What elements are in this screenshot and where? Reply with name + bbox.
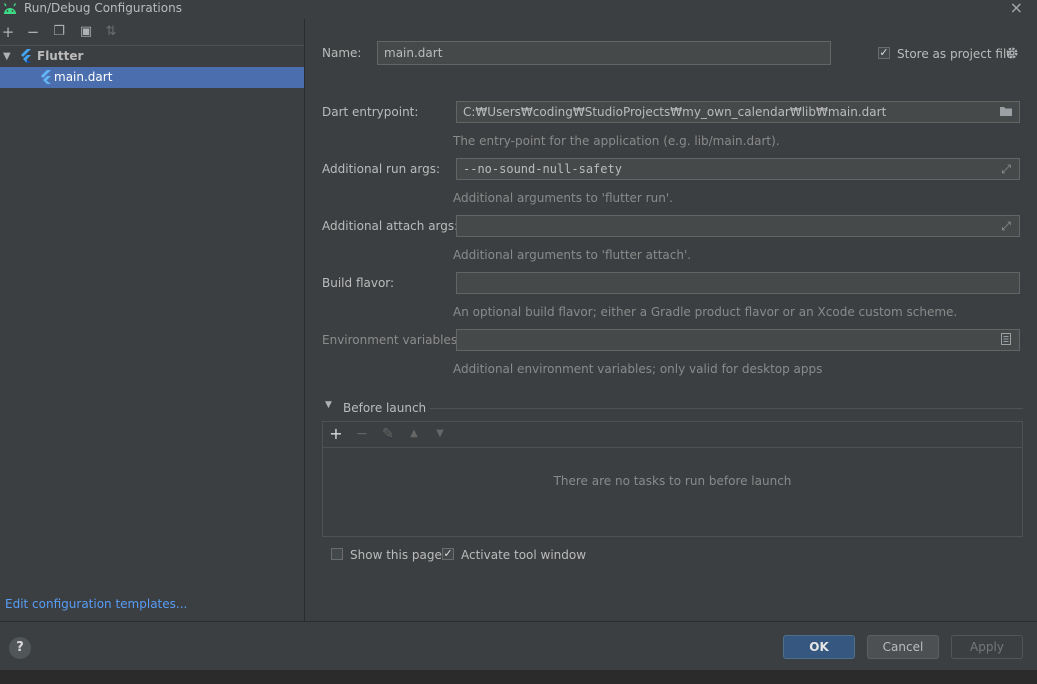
flavor-input[interactable] [456,272,1020,294]
chevron-down-icon[interactable]: ▼ [3,46,11,67]
tree-group-label: Flutter [37,49,84,63]
show-page-checkbox[interactable] [331,548,343,560]
flutter-config-icon [41,70,51,84]
section-divider [430,408,1023,409]
entrypoint-label: Dart entrypoint: [322,105,419,119]
move-down-icon[interactable]: ▼ [432,426,448,442]
before-launch-tasks: + − ✎ ▲ ▼ There are no tasks to run befo… [322,421,1023,537]
entrypoint-value: C:₩Users₩coding₩StudioProjects₩my_own_ca… [463,105,887,119]
config-tree: ▼ Flutter main.dart [0,46,304,88]
new-folder-icon[interactable]: ▣ [78,24,94,40]
help-button[interactable]: ? [9,637,31,659]
sort-icon[interactable]: ⇅ [103,24,119,40]
add-task-icon[interactable]: + [328,426,344,442]
ok-button[interactable]: OK [783,635,855,659]
expand-icon[interactable]: ⤢ [999,219,1013,233]
flavor-label: Build flavor: [322,276,395,290]
attach-args-input[interactable]: ⤢ [456,215,1020,237]
apply-button[interactable]: Apply [951,635,1023,659]
folder-icon[interactable] [999,105,1013,119]
store-project-checkbox[interactable]: ✓ [878,47,890,59]
attach-args-label: Additional attach args: [322,219,459,233]
configurations-sidebar: + − ❐ ▣ ⇅ ▼ Flutter main.dart Edit confi… [0,19,305,621]
tree-item-label: main.dart [54,70,113,84]
sidebar-toolbar: + − ❐ ▣ ⇅ [0,19,304,46]
store-project-label: Store as project file [897,47,1014,61]
document-icon[interactable] [999,333,1013,347]
android-studio-icon [3,3,17,14]
edit-templates-link[interactable]: Edit configuration templates... [5,597,187,611]
name-input[interactable]: main.dart [377,41,831,65]
remove-task-icon[interactable]: − [354,426,370,442]
tree-item-main-dart[interactable]: main.dart [0,67,304,88]
show-page-label: Show this page [350,548,442,562]
edit-task-icon[interactable]: ✎ [380,426,396,442]
run-args-input[interactable]: --no-sound-null-safety ⤢ [456,158,1020,180]
close-icon[interactable]: × [1010,0,1023,17]
move-up-icon[interactable]: ▲ [406,426,422,442]
entrypoint-input[interactable]: C:₩Users₩coding₩StudioProjects₩my_own_ca… [456,101,1020,123]
entrypoint-hint: The entry-point for the application (e.g… [453,134,780,148]
flavor-hint: An optional build flavor; either a Gradl… [453,305,958,319]
attach-args-hint: Additional arguments to 'flutter attach'… [453,248,692,262]
run-args-value: --no-sound-null-safety [463,162,622,176]
flutter-icon [21,49,31,63]
before-launch-title[interactable]: Before launch [343,401,426,415]
add-icon[interactable]: + [0,24,16,40]
cancel-button[interactable]: Cancel [867,635,939,659]
env-input[interactable] [456,329,1020,351]
expand-icon[interactable]: ⤢ [999,162,1013,176]
activate-tool-window-label: Activate tool window [461,548,587,562]
dialog-footer: ? OK Cancel Apply [0,621,1037,671]
env-hint: Additional environment variables; only v… [453,362,823,376]
collapse-triangle-icon[interactable]: ▼ [325,400,332,410]
copy-icon[interactable]: ❐ [51,24,67,40]
name-label: Name: [322,46,362,60]
gear-icon[interactable] [1005,46,1019,60]
title-bar: Run/Debug Configurations × [0,0,1037,19]
tree-group-flutter[interactable]: ▼ Flutter [0,46,304,67]
env-label: Environment variables: [322,333,462,347]
before-launch-toolbar: + − ✎ ▲ ▼ [323,422,1022,448]
run-args-label: Additional run args: [322,162,441,176]
remove-icon[interactable]: − [25,24,41,40]
empty-tasks-text: There are no tasks to run before launch [553,474,792,488]
run-args-hint: Additional arguments to 'flutter run'. [453,191,673,205]
activate-tool-window-checkbox[interactable]: ✓ [442,548,454,560]
taskbar-strip [0,670,1037,684]
window-title: Run/Debug Configurations [24,1,182,15]
